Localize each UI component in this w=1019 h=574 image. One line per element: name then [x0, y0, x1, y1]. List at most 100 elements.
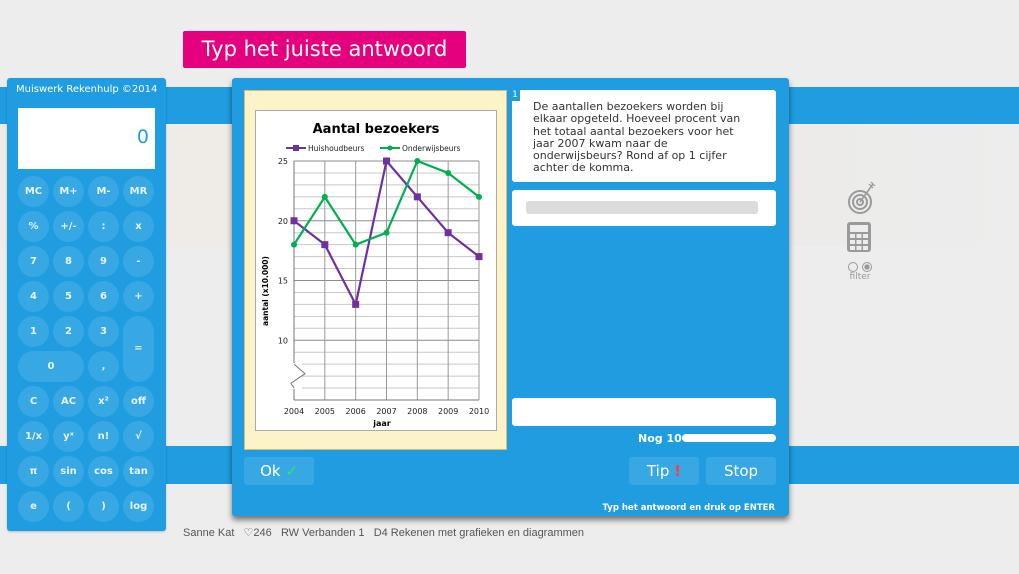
tip-label: Tip [646, 462, 670, 480]
x-axis-label: jaar [372, 419, 391, 428]
answer-input[interactable] [512, 398, 776, 426]
key-mr[interactable]: MR [123, 176, 154, 207]
filter-radio-off[interactable] [848, 262, 858, 272]
user-name: Sanne Kat [183, 527, 235, 539]
key-open-paren[interactable]: ( [53, 491, 84, 522]
stop-button[interactable]: Stop [706, 457, 776, 485]
filter-label: filter [849, 272, 871, 282]
exercise-panel: Aantal bezoekers Huishoudbeurs Onderwijsb… [232, 78, 789, 516]
target-icon[interactable] [844, 180, 880, 216]
filter-radio-on[interactable] [862, 262, 872, 272]
legend-marker [293, 145, 299, 151]
key-divide[interactable]: : [88, 211, 119, 242]
x-tick-label: 2006 [345, 407, 365, 416]
data-point [383, 229, 390, 236]
y-tick-label: 10 [278, 336, 288, 345]
x-tick-label: 2009 [438, 407, 458, 416]
topic-name: D4 Rekenen met grafieken en diagrammen [373, 527, 585, 539]
enter-hint: Typ het antwoord en druk op ENTER [602, 503, 776, 513]
x-tick-label: 2008 [407, 407, 427, 416]
data-point [475, 253, 483, 261]
calculator-icon[interactable] [846, 220, 882, 256]
key-7[interactable]: 7 [18, 246, 49, 277]
key-log[interactable]: log [123, 491, 154, 522]
key-plus[interactable]: + [123, 281, 154, 312]
data-point [352, 241, 359, 248]
key-factorial[interactable]: n! [88, 421, 119, 452]
ok-button[interactable]: Ok ✓ [244, 457, 314, 485]
key-equals[interactable]: = [123, 316, 154, 382]
module-name: RW Verbanden 1 [280, 527, 365, 539]
key-m-minus[interactable]: M- [88, 176, 119, 207]
key-9[interactable]: 9 [88, 246, 119, 277]
key-minus[interactable]: - [123, 246, 154, 277]
key-0[interactable]: 0 [18, 351, 84, 382]
legend-label: Huishoudbeurs [308, 144, 364, 153]
chart-frame: Aantal bezoekers Huishoudbeurs Onderwijsb… [244, 90, 507, 450]
y-axis-label: aantal (x10.000) [261, 256, 270, 326]
data-point [291, 241, 297, 248]
data-point [383, 157, 390, 165]
answer-feedback-box [512, 190, 776, 226]
key-percent[interactable]: % [18, 211, 49, 242]
x-tick-label: 2004 [284, 407, 304, 416]
chart-area: Aantal bezoekers Huishoudbeurs Onderwijsb… [255, 110, 497, 431]
key-cos[interactable]: cos [88, 456, 119, 487]
calculator-display: 0 [18, 108, 155, 169]
filter-toggle [842, 262, 878, 272]
key-1[interactable]: 1 [18, 316, 49, 347]
key-multiply[interactable]: x [123, 211, 154, 242]
x-tick-label: 2005 [315, 407, 335, 416]
key-reciprocal[interactable]: 1/x [18, 421, 49, 452]
key-4[interactable]: 4 [18, 281, 49, 312]
key-m-plus[interactable]: M+ [53, 176, 84, 207]
key-plus-minus[interactable]: +/- [53, 211, 84, 242]
x-tick-label: 2007 [376, 407, 396, 416]
data-point [321, 193, 328, 200]
ok-label: Ok [260, 462, 281, 480]
y-tick-label: 25 [278, 157, 288, 166]
key-power[interactable]: yˣ [53, 421, 84, 452]
key-tan[interactable]: tan [123, 456, 154, 487]
key-close-paren[interactable]: ) [88, 491, 119, 522]
exclamation-icon: ! [674, 462, 681, 480]
key-clear[interactable]: C [18, 386, 49, 417]
data-point [445, 169, 452, 176]
data-point [444, 229, 452, 237]
check-icon: ✓ [285, 462, 298, 480]
legend-marker [387, 145, 393, 151]
key-5[interactable]: 5 [53, 281, 84, 312]
answer-placeholder-bar [526, 201, 758, 214]
remaining-progress-bar [682, 434, 776, 442]
side-tools: filter [842, 180, 878, 282]
question-box: 1 De aantallen bezoekers worden bij elka… [510, 89, 776, 182]
status-footer: Sanne Kat ♡246 RW Verbanden 1 D4 Rekenen… [183, 526, 584, 539]
data-point [413, 193, 421, 201]
data-point [321, 241, 329, 249]
calculator-title: Muiswerk Rekenhulp ©2014 [16, 84, 158, 95]
x-tick-label: 2010 [469, 407, 489, 416]
key-e[interactable]: e [18, 491, 49, 522]
key-all-clear[interactable]: AC [53, 386, 84, 417]
data-point [476, 193, 482, 200]
tip-button[interactable]: Tip ! [629, 457, 699, 485]
key-sin[interactable]: sin [53, 456, 84, 487]
instruction-banner: Typ het juiste antwoord [183, 31, 466, 68]
key-sqrt[interactable]: √ [123, 421, 154, 452]
key-3[interactable]: 3 [88, 316, 119, 347]
data-point [414, 158, 421, 164]
y-tick-label: 20 [278, 217, 288, 226]
line-chart: Aantal bezoekers Huishoudbeurs Onderwijsb… [261, 122, 489, 428]
data-point [352, 300, 360, 308]
legend-label: Onderwijsbeurs [402, 144, 461, 153]
y-tick-label: 15 [278, 277, 288, 286]
question-number: 1 [510, 89, 520, 101]
key-8[interactable]: 8 [53, 246, 84, 277]
key-2[interactable]: 2 [53, 316, 84, 347]
key-pi[interactable]: π [18, 456, 49, 487]
key-square[interactable]: x² [88, 386, 119, 417]
key-comma[interactable]: , [88, 351, 119, 382]
key-mc[interactable]: MC [18, 176, 49, 207]
key-6[interactable]: 6 [88, 281, 119, 312]
key-off[interactable]: off [123, 386, 154, 417]
